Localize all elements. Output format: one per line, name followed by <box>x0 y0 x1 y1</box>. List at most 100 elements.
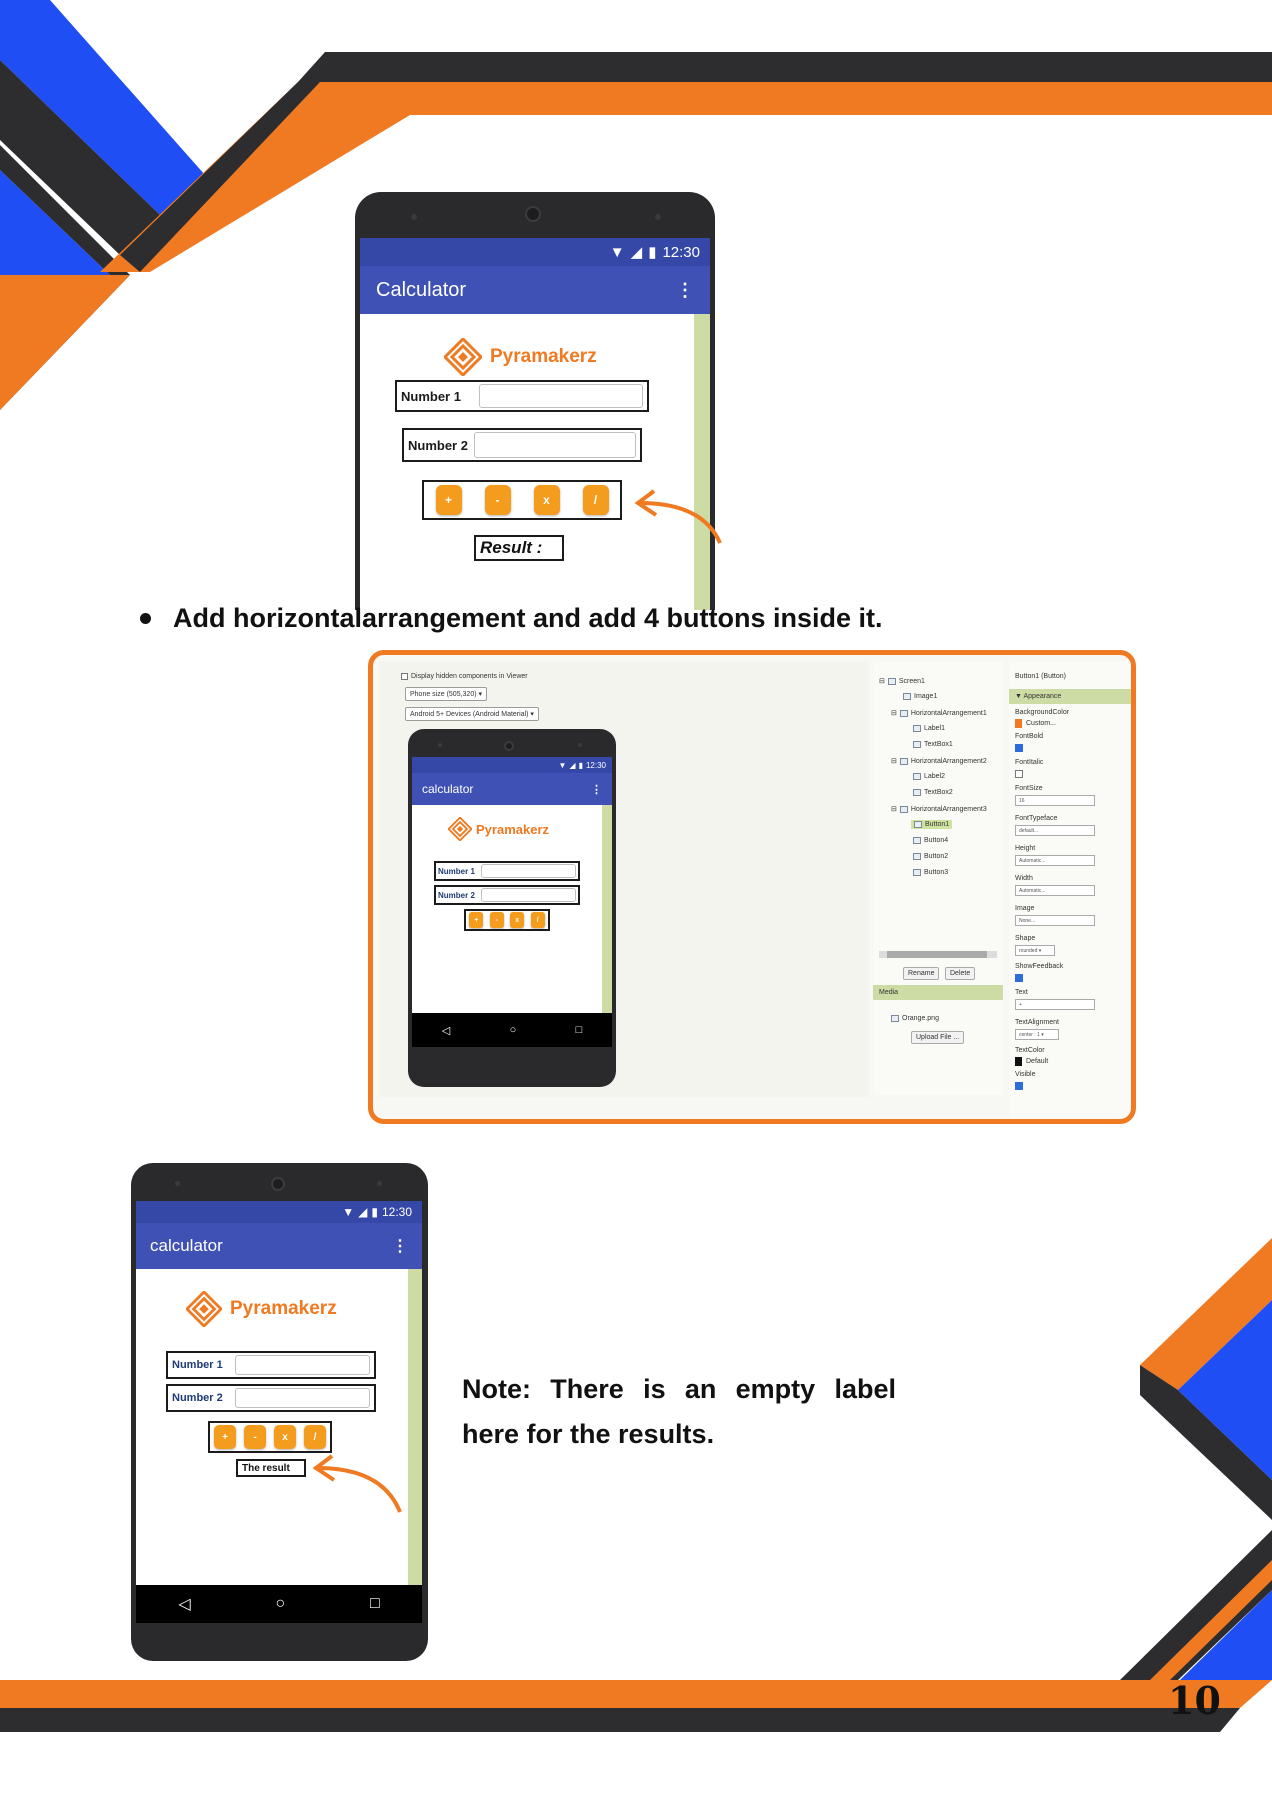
more-vert-icon[interactable]: ⋮ <box>392 1236 408 1256</box>
text-alignment-select[interactable]: center : 1 ▾ <box>1015 1029 1059 1040</box>
component-horizontal-arrangement1[interactable]: ⊟ HorizontalArrangement1 <box>891 709 987 717</box>
home-icon[interactable]: ○ <box>510 1024 517 1036</box>
back-icon[interactable]: ◁ <box>178 1594 190 1614</box>
font-bold-checkbox[interactable] <box>1015 744 1023 752</box>
designer-buttons-arrangement: + - x / <box>464 909 550 931</box>
rename-button[interactable]: Rename <box>903 967 940 980</box>
component-label1[interactable]: Label1 <box>913 725 945 732</box>
text-input[interactable]: + <box>1015 999 1095 1010</box>
status-time: 12:30 <box>662 243 700 261</box>
number1-input[interactable] <box>234 1355 370 1375</box>
designer-number1-input[interactable] <box>480 864 576 878</box>
status-bar: ▼ ◢ ▮ 12:30 <box>360 238 710 266</box>
theme-select[interactable]: Android 5+ Devices (Android Material) ▾ <box>405 707 539 721</box>
signal-icon: ◢ <box>569 760 576 770</box>
signal-icon: ◢ <box>358 1205 368 1219</box>
component-image1[interactable]: Image1 <box>903 693 937 700</box>
component-textbox1[interactable]: TextBox1 <box>913 741 953 748</box>
result-label: The result <box>236 1459 306 1477</box>
component-horizontal-arrangement2[interactable]: ⊟ HorizontalArrangement2 <box>891 757 987 765</box>
divide-button[interactable]: / <box>582 485 609 515</box>
designer-number1-row: Number 1 <box>434 861 580 881</box>
instruction-text: Add horizontalarrangement and add 4 butt… <box>173 603 883 633</box>
visible-checkbox[interactable] <box>1015 1082 1023 1090</box>
designer-subtract-button[interactable]: - <box>489 912 504 928</box>
top-phone-mockup: ▼ ◢ ▮ 12:30 Calculator ⋮ Pyramakerz Numb… <box>355 192 715 610</box>
logo-text: Pyramakerz <box>230 1298 337 1319</box>
logo-text: Pyramakerz <box>490 346 597 367</box>
properties-panel: Button1 (Button) ▼ Appearance Background… <box>1009 661 1131 1119</box>
designer-logo: Pyramakerz <box>448 817 549 841</box>
font-typeface-input[interactable]: default... <box>1015 825 1095 836</box>
multiply-button[interactable]: x <box>274 1425 296 1449</box>
delete-button[interactable]: Delete <box>945 967 976 980</box>
designer-nav-bar: ◁ ○ □ <box>412 1013 612 1047</box>
more-vert-icon[interactable]: ⋮ <box>676 280 694 301</box>
number2-input[interactable] <box>234 1388 370 1408</box>
background-color-value[interactable]: Custom... <box>1015 719 1056 728</box>
component-button2[interactable]: Button2 <box>913 853 948 860</box>
number2-input[interactable] <box>473 432 636 458</box>
battery-icon: ▮ <box>371 1205 378 1219</box>
subtract-button[interactable]: - <box>484 485 511 515</box>
width-input[interactable]: Automatic... <box>1015 885 1095 896</box>
note-text: Note: There is an empty label here for t… <box>462 1374 896 1449</box>
component-horizontal-arrangement3[interactable]: ⊟ HorizontalArrangement3 <box>891 805 987 813</box>
designer-number2-input[interactable] <box>480 888 576 902</box>
designer-multiply-button[interactable]: x <box>510 912 525 928</box>
component-button3[interactable]: Button3 <box>913 869 948 876</box>
show-feedback-checkbox[interactable] <box>1015 974 1023 982</box>
designer-status-bar: ▼ ◢ ▮ 12:30 <box>412 757 612 773</box>
result-label: Result : <box>474 535 564 561</box>
home-icon[interactable]: ○ <box>275 1595 285 1613</box>
designer-number2-row: Number 2 <box>434 885 580 905</box>
media-file[interactable]: Orange.png <box>891 1015 939 1022</box>
add-button[interactable]: + <box>214 1425 236 1449</box>
app-bar: Calculator ⋮ <box>360 266 710 314</box>
image-input[interactable]: None... <box>1015 915 1095 926</box>
recents-icon[interactable]: □ <box>576 1024 583 1036</box>
properties-title: Button1 (Button) <box>1015 673 1066 680</box>
instruction-bullet: Add horizontalarrangement and add 4 butt… <box>140 603 883 634</box>
pyramakerz-logo-icon <box>444 338 482 376</box>
designer-divide-button[interactable]: / <box>530 912 545 928</box>
shape-select[interactable]: rounded ▾ <box>1015 945 1055 956</box>
status-bar: ▼ ◢ ▮ 12:30 <box>136 1201 422 1223</box>
component-textbox2[interactable]: TextBox2 <box>913 789 953 796</box>
number2-row: Number 2 <box>402 428 642 462</box>
app-inventor-designer: Display hidden components in Viewer Phon… <box>368 650 1136 1124</box>
multiply-button[interactable]: x <box>533 485 560 515</box>
number1-row: Number 1 <box>166 1351 376 1379</box>
number1-label: Number 1 <box>401 388 461 404</box>
text-color-value[interactable]: Default <box>1015 1057 1048 1066</box>
number2-row: Number 2 <box>166 1384 376 1412</box>
component-label2[interactable]: Label2 <box>913 773 945 780</box>
signal-icon: ◢ <box>630 244 643 261</box>
designer-app-bar: calculator ⋮ <box>412 773 612 805</box>
pyramakerz-logo-icon <box>186 1291 222 1327</box>
component-button4[interactable]: Button4 <box>913 837 948 844</box>
divide-button[interactable]: / <box>304 1425 326 1449</box>
pyramakerz-logo: Pyramakerz <box>444 338 597 376</box>
bullet-icon <box>140 613 151 624</box>
font-italic-checkbox[interactable] <box>1015 770 1023 778</box>
app-title: Calculator <box>376 278 467 301</box>
tree-scrollbar[interactable] <box>879 951 997 958</box>
screen-scrollbar <box>408 1269 422 1585</box>
height-input[interactable]: Automatic... <box>1015 855 1095 866</box>
phone-size-select[interactable]: Phone size (505,320) ▾ <box>405 687 488 701</box>
more-vert-icon[interactable]: ⋮ <box>591 783 602 796</box>
back-icon[interactable]: ◁ <box>442 1024 450 1037</box>
subtract-button[interactable]: - <box>244 1425 266 1449</box>
upload-file-button[interactable]: Upload File ... <box>911 1031 965 1044</box>
add-button[interactable]: + <box>435 485 462 515</box>
appearance-header[interactable]: ▼ Appearance <box>1009 689 1131 704</box>
component-button1[interactable]: Button1 <box>911 820 953 829</box>
font-size-input[interactable]: 16 <box>1015 795 1095 806</box>
recents-icon[interactable]: □ <box>370 1595 380 1613</box>
number1-input[interactable] <box>478 384 643 408</box>
bottom-phone-mockup: ▼ ◢ ▮ 12:30 calculator ⋮ Pyramakerz Numb… <box>131 1163 428 1661</box>
component-screen1[interactable]: ⊟ Screen1 <box>879 677 925 685</box>
designer-add-button[interactable]: + <box>469 912 484 928</box>
display-hidden-checkbox[interactable] <box>401 673 408 680</box>
